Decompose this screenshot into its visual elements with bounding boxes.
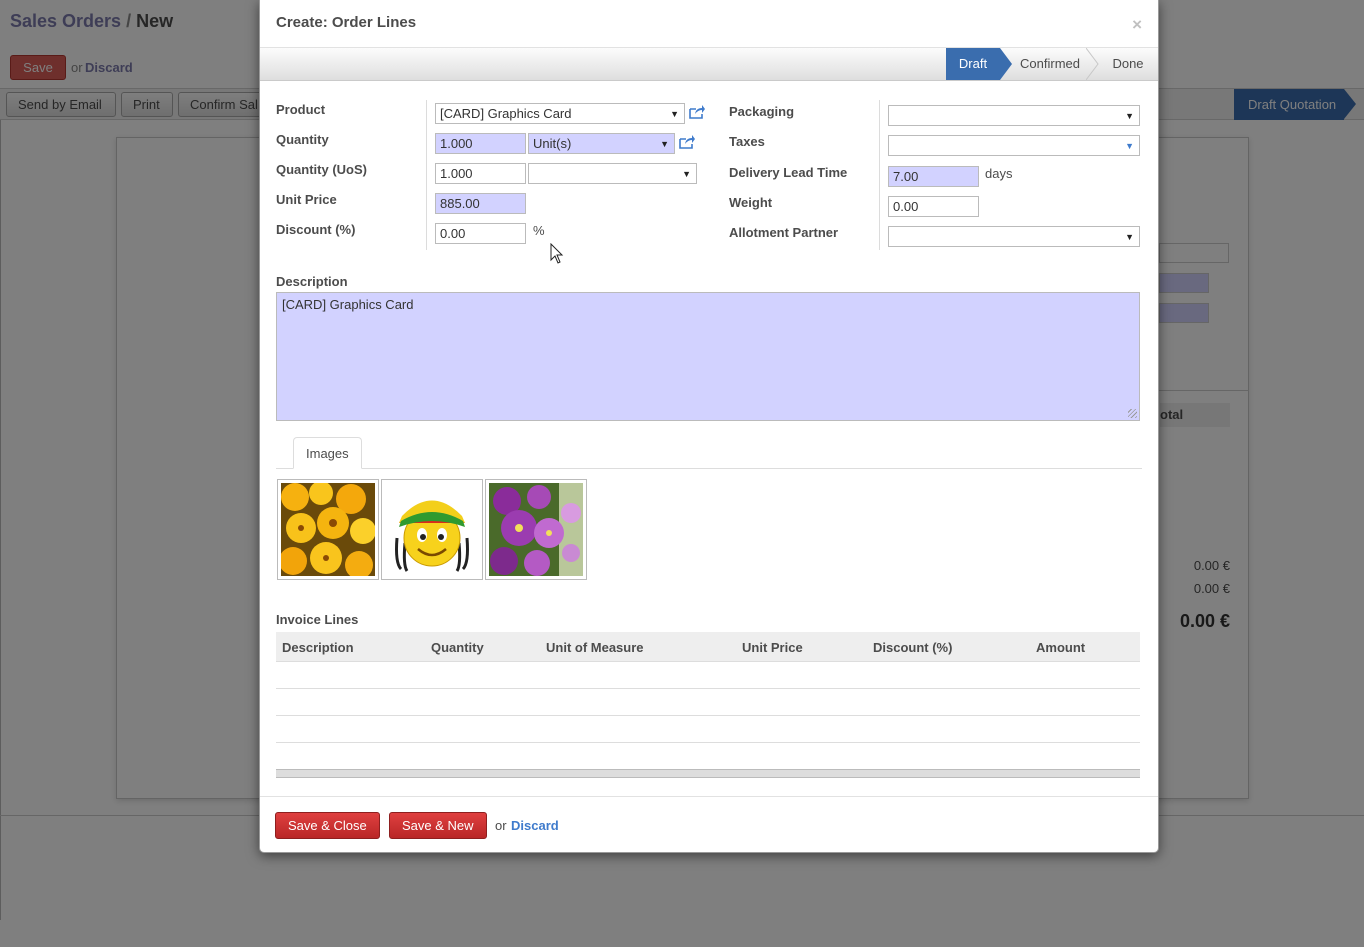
days-suffix: days	[985, 166, 1013, 181]
stage-draft[interactable]: Draft	[946, 48, 1000, 80]
purple-pansies-image	[489, 483, 583, 576]
packaging-label: Packaging	[729, 104, 795, 119]
dialog-title: Create: Order Lines	[276, 14, 417, 31]
stage-arrow-icon	[1086, 48, 1099, 80]
image-thumbnail[interactable]	[485, 479, 587, 580]
taxes-select[interactable]: ▼	[888, 135, 1140, 156]
footer-or-text: or	[495, 818, 507, 833]
table-row	[276, 716, 1140, 743]
image-thumbnail[interactable]	[381, 479, 483, 580]
discount-input[interactable]: 0.00	[435, 223, 526, 244]
dropdown-arrow-icon[interactable]: ▼	[1125, 136, 1134, 157]
column-quantity[interactable]: Quantity	[431, 632, 484, 664]
dropdown-arrow-icon[interactable]: ▼	[682, 164, 691, 185]
unit-price-input[interactable]: 885.00	[435, 193, 526, 214]
resize-handle-icon[interactable]	[1128, 409, 1137, 418]
stage-done[interactable]: Done	[1100, 48, 1156, 80]
taxes-label: Taxes	[729, 134, 765, 149]
description-label: Description	[276, 274, 348, 289]
product-select[interactable]: [CARD] Graphics Card ▼	[435, 103, 685, 124]
dropdown-arrow-icon[interactable]: ▼	[660, 134, 669, 155]
product-label: Product	[276, 102, 326, 117]
discard-link[interactable]: Discard	[511, 818, 559, 833]
external-link-icon[interactable]	[678, 134, 696, 150]
quantity-uos-input[interactable]: 1.000	[435, 163, 526, 184]
weight-label: Weight	[729, 195, 773, 210]
tab-images[interactable]: Images	[293, 437, 362, 469]
stage-confirmed[interactable]: Confirmed	[1014, 48, 1086, 80]
column-unit-of-measure[interactable]: Unit of Measure	[546, 632, 644, 664]
column-discount[interactable]: Discount (%)	[873, 632, 952, 664]
uom-value: Unit(s)	[533, 136, 572, 151]
percent-suffix: %	[533, 223, 545, 238]
yellow-flowers-image	[281, 483, 375, 576]
dialog-footer: Save & Close Save & New or Discard	[260, 796, 1158, 852]
description-value: [CARD] Graphics Card	[282, 297, 414, 312]
delivery-lead-time-input[interactable]: 7.00	[888, 166, 979, 187]
table-row	[276, 743, 1140, 770]
uos-select[interactable]: ▼	[528, 163, 697, 184]
stage-statusbar: Draft Confirmed Done	[260, 48, 1158, 81]
column-divider	[879, 100, 880, 250]
uom-select[interactable]: Unit(s) ▼	[528, 133, 675, 154]
unit-price-label: Unit Price	[276, 192, 337, 207]
image-thumbnail[interactable]	[277, 479, 379, 580]
table-header: Description Quantity Unit of Measure Uni…	[276, 632, 1140, 662]
order-line-dialog: Create: Order Lines × Draft Confirmed Do…	[259, 0, 1159, 853]
table-row	[276, 662, 1140, 689]
column-unit-price[interactable]: Unit Price	[742, 632, 803, 664]
close-icon[interactable]: ×	[1132, 15, 1142, 35]
external-link-icon[interactable]	[688, 104, 706, 120]
description-textarea[interactable]: [CARD] Graphics Card	[276, 292, 1140, 421]
save-new-button[interactable]: Save & New	[389, 812, 487, 839]
stage-arrow-icon	[1000, 48, 1012, 80]
quantity-uos-label: Quantity (UoS)	[276, 162, 367, 177]
delivery-lead-time-label: Delivery Lead Time	[729, 165, 848, 180]
invoice-lines-title: Invoice Lines	[276, 612, 359, 627]
table-row	[276, 689, 1140, 716]
weight-input[interactable]: 0.00	[888, 196, 979, 217]
save-close-button[interactable]: Save & Close	[275, 812, 380, 839]
rasta-smiley-image	[385, 483, 479, 576]
allotment-partner-select[interactable]: ▼	[888, 226, 1140, 247]
dropdown-arrow-icon[interactable]: ▼	[670, 104, 679, 125]
product-value: [CARD] Graphics Card	[440, 106, 572, 121]
column-description[interactable]: Description	[282, 632, 354, 664]
quantity-input[interactable]: 1.000	[435, 133, 526, 154]
column-divider	[426, 100, 427, 250]
allotment-partner-label: Allotment Partner	[729, 225, 839, 240]
dropdown-arrow-icon[interactable]: ▼	[1125, 106, 1134, 127]
column-amount[interactable]: Amount	[1036, 632, 1085, 664]
packaging-select[interactable]: ▼	[888, 105, 1140, 126]
quantity-label: Quantity	[276, 132, 329, 147]
table-footer	[276, 769, 1140, 778]
mouse-cursor-icon	[550, 243, 564, 264]
dropdown-arrow-icon[interactable]: ▼	[1125, 227, 1134, 248]
notebook-tabs: Images	[276, 437, 1142, 469]
discount-label: Discount (%)	[276, 222, 356, 237]
dialog-header: Create: Order Lines ×	[260, 0, 1158, 48]
